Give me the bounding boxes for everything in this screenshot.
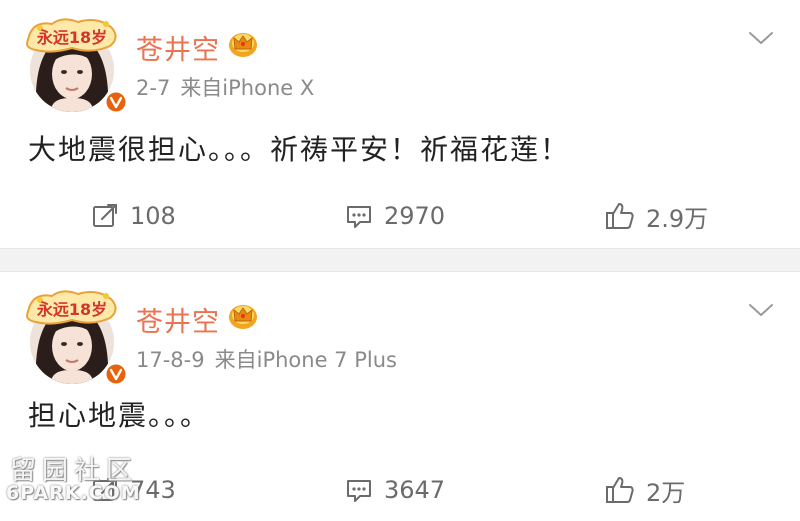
weibo-post: 永远18岁 苍井空 17-8-9 来自iPhone 7 Plus 担心地震。。。… — [0, 272, 800, 521]
verified-icon — [104, 90, 128, 114]
like-icon — [606, 477, 634, 503]
crown-icon[interactable] — [228, 30, 258, 58]
chevron-down-icon[interactable] — [748, 302, 774, 318]
weibo-feed: 永远18岁 苍井空 2-7 来自iPhone X 大地震很担心。。。祈祷平安！祈… — [0, 0, 800, 521]
avatar-frame-badge: 永远18岁 — [22, 286, 122, 326]
like-count: 2万 — [646, 478, 686, 507]
post-actions: 108 2970 2.9万 — [0, 196, 800, 236]
repost-count: 108 — [130, 202, 176, 230]
repost-button[interactable]: 108 — [90, 196, 176, 236]
comment-button[interactable]: 2970 — [344, 196, 445, 236]
like-button[interactable]: 2万 — [604, 470, 685, 510]
avatar-frame-text: 永远18岁 — [36, 300, 107, 319]
verified-icon — [104, 362, 128, 386]
post-meta: 2-7 来自iPhone X — [136, 72, 314, 102]
post-meta: 17-8-9 来自iPhone 7 Plus — [136, 344, 397, 374]
like-icon — [606, 203, 634, 229]
avatar-container[interactable]: 永远18岁 — [22, 286, 128, 386]
avatar-frame-badge: 永远18岁 — [22, 14, 122, 54]
repost-button[interactable]: 743 — [90, 470, 176, 510]
avatar-frame-text: 永远18岁 — [36, 28, 107, 47]
repost-count: 743 — [130, 476, 176, 504]
post-time[interactable]: 2-7 — [136, 76, 170, 100]
like-count: 2.9万 — [646, 204, 709, 233]
post-source: 来自iPhone 7 Plus — [214, 348, 397, 372]
username-link[interactable]: 苍井空 — [136, 300, 220, 339]
feed-separator — [0, 248, 800, 272]
like-button[interactable]: 2.9万 — [604, 196, 708, 236]
username-link[interactable]: 苍井空 — [136, 28, 220, 67]
comment-icon — [347, 480, 371, 502]
avatar-container[interactable]: 永远18岁 — [22, 14, 128, 114]
post-source: 来自iPhone X — [180, 76, 315, 100]
repost-icon — [93, 478, 117, 501]
post-text: 大地震很担心。。。祈祷平安！祈福花莲！ — [28, 133, 571, 166]
comment-icon — [347, 206, 371, 228]
comment-count: 2970 — [384, 202, 446, 230]
post-time[interactable]: 17-8-9 — [136, 348, 205, 372]
comment-button[interactable]: 3647 — [344, 470, 445, 510]
repost-icon — [93, 204, 117, 227]
post-text: 担心地震。。。 — [28, 399, 211, 432]
chevron-down-icon[interactable] — [748, 30, 774, 46]
crown-icon[interactable] — [228, 302, 258, 330]
weibo-post: 永远18岁 苍井空 2-7 来自iPhone X 大地震很担心。。。祈祷平安！祈… — [0, 0, 800, 248]
comment-count: 3647 — [384, 476, 446, 504]
post-actions: 743 3647 2万 — [0, 470, 800, 510]
